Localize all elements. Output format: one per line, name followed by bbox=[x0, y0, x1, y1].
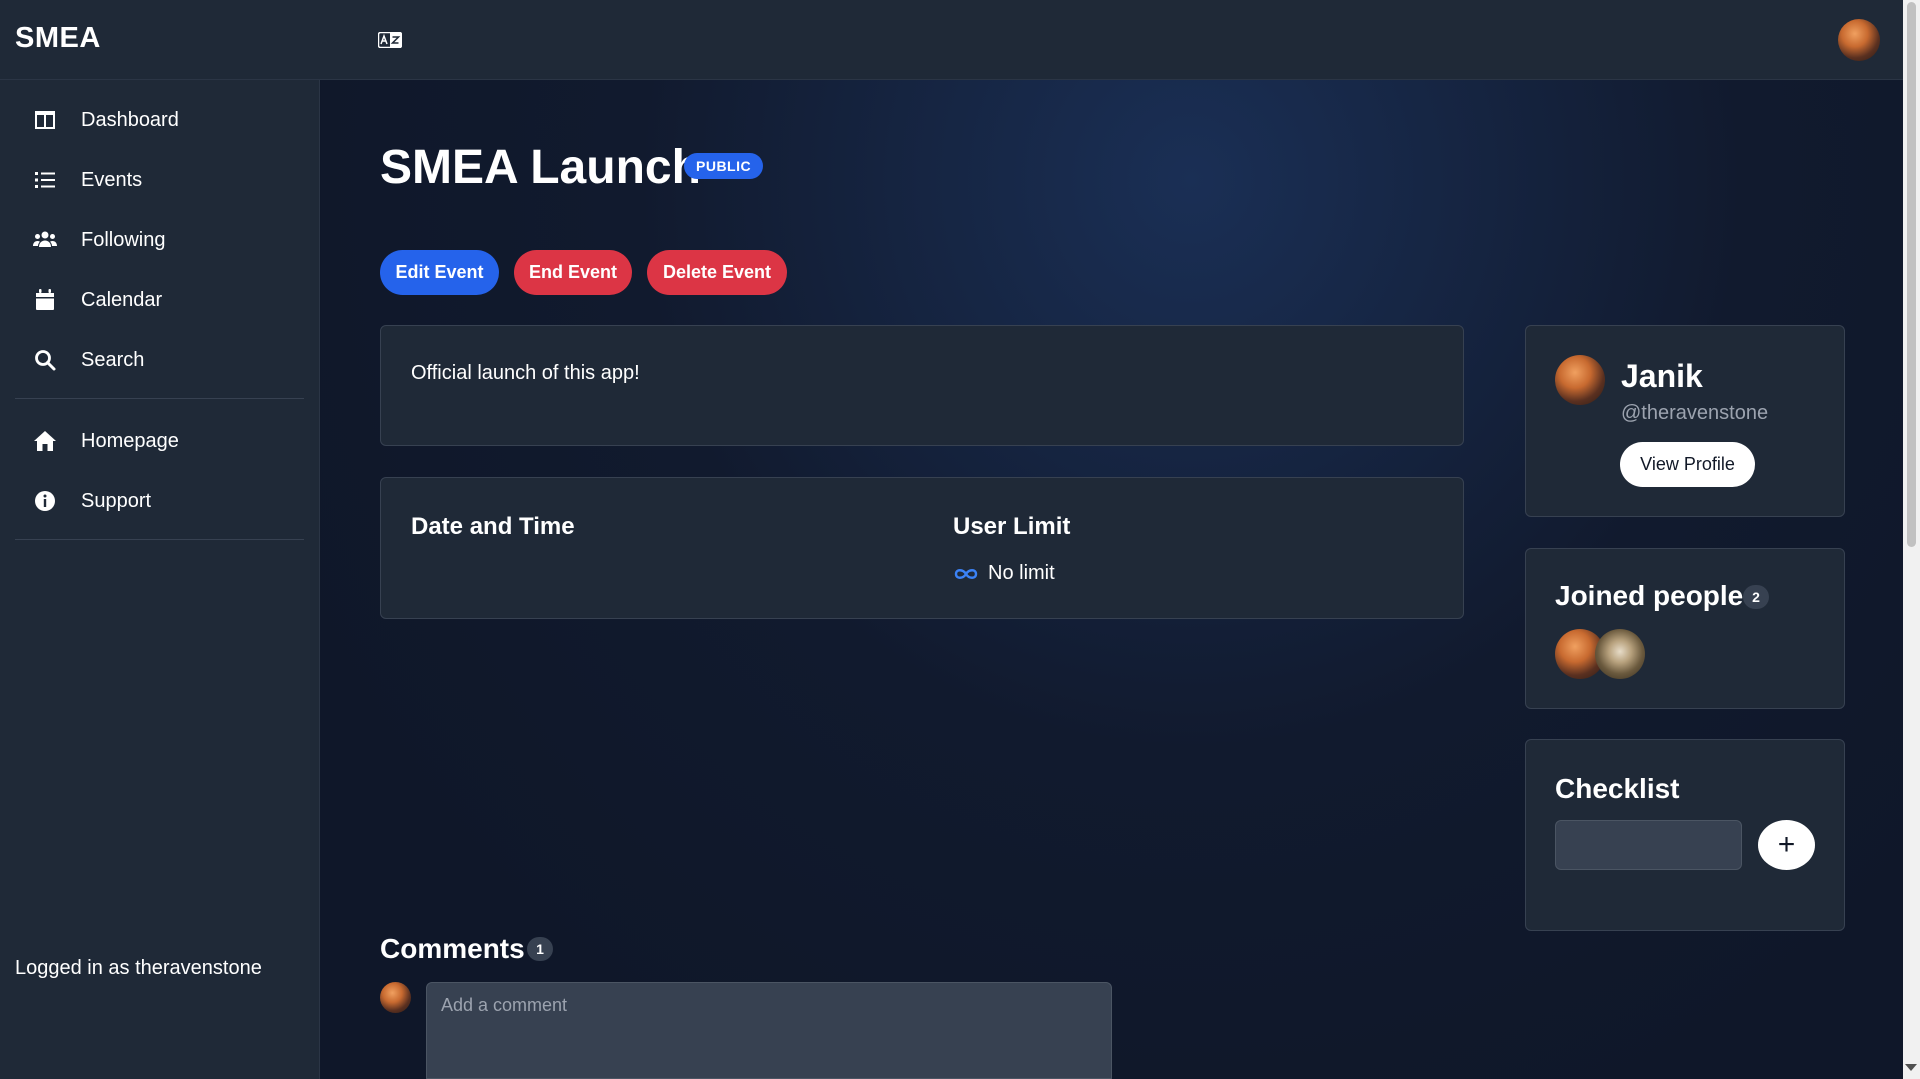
comment-user-avatar bbox=[380, 982, 411, 1013]
sidebar-divider bbox=[15, 539, 304, 540]
user-limit-text: No limit bbox=[988, 562, 1055, 584]
organizer-name: Janik bbox=[1621, 358, 1703, 394]
translate-icon[interactable] bbox=[378, 32, 402, 48]
list-icon bbox=[35, 172, 55, 188]
sidebar-item-label: Following bbox=[81, 228, 166, 251]
sidebar-divider bbox=[15, 398, 304, 399]
delete-event-button[interactable]: Delete Event bbox=[647, 250, 787, 295]
dashboard-icon bbox=[35, 111, 55, 129]
sidebar-item-following[interactable]: Following bbox=[15, 210, 304, 270]
logged-in-status: Logged in as theravenstone bbox=[15, 957, 262, 979]
joined-avatar[interactable] bbox=[1595, 629, 1645, 679]
sidebar-item-dashboard[interactable]: Dashboard bbox=[15, 90, 304, 150]
event-info-card: Date and Time User Limit No limit bbox=[380, 477, 1464, 619]
infinity-icon bbox=[954, 568, 978, 579]
date-time-heading: Date and Time bbox=[411, 513, 575, 540]
comments-heading: Comments bbox=[380, 933, 525, 964]
checklist-heading: Checklist bbox=[1555, 773, 1680, 804]
sidebar-item-support[interactable]: Support bbox=[15, 471, 304, 531]
sidebar: Dashboard Events Following Calendar Sear… bbox=[0, 80, 320, 1079]
sidebar-item-label: Events bbox=[81, 168, 143, 191]
organizer-card: Janik @theravenstone View Profile bbox=[1525, 325, 1845, 517]
comments-count-badge: 1 bbox=[527, 937, 553, 961]
sidebar-item-label: Calendar bbox=[81, 288, 163, 311]
user-limit-heading: User Limit bbox=[953, 513, 1071, 540]
joined-people-card: Joined people 2 bbox=[1525, 548, 1845, 709]
edit-event-button[interactable]: Edit Event bbox=[380, 250, 499, 295]
sidebar-item-search[interactable]: Search bbox=[15, 330, 304, 390]
sidebar-item-label: Search bbox=[81, 348, 145, 371]
sidebar-item-label: Support bbox=[81, 489, 152, 512]
calendar-icon bbox=[36, 289, 54, 310]
user-avatar[interactable] bbox=[1838, 19, 1880, 61]
organizer-avatar[interactable] bbox=[1555, 355, 1605, 405]
search-icon bbox=[35, 350, 56, 371]
sidebar-secondary-nav: Homepage Support bbox=[15, 411, 304, 531]
sidebar-item-label: Homepage bbox=[81, 429, 179, 452]
comment-input[interactable] bbox=[426, 982, 1112, 1079]
event-description: Official launch of this app! bbox=[411, 362, 640, 384]
joined-people-heading: Joined people bbox=[1555, 580, 1744, 611]
sidebar-main-nav: Dashboard Events Following Calendar Sear… bbox=[15, 90, 304, 390]
top-bar: SMEA bbox=[0, 0, 1903, 80]
organizer-handle: @theravenstone bbox=[1621, 402, 1769, 424]
end-event-button[interactable]: End Event bbox=[514, 250, 632, 295]
joined-count-badge: 2 bbox=[1743, 585, 1769, 609]
scrollbar-thumb[interactable] bbox=[1907, 2, 1916, 547]
sidebar-item-homepage[interactable]: Homepage bbox=[15, 411, 304, 471]
user-limit-value: No limit bbox=[953, 562, 1055, 585]
visibility-badge: PUBLIC bbox=[684, 153, 764, 179]
info-icon bbox=[35, 491, 55, 511]
checklist-input[interactable] bbox=[1555, 820, 1742, 870]
checklist-card: Checklist + bbox=[1525, 739, 1845, 931]
brand-logo[interactable]: SMEA bbox=[15, 22, 101, 55]
users-icon bbox=[33, 231, 57, 247]
page-title: SMEA Launch bbox=[380, 141, 701, 194]
sidebar-item-label: Dashboard bbox=[81, 108, 179, 131]
home-icon bbox=[34, 431, 56, 451]
description-card: Official launch of this app! bbox=[380, 325, 1464, 446]
sidebar-item-calendar[interactable]: Calendar bbox=[15, 270, 304, 330]
add-checklist-item-button[interactable]: + bbox=[1758, 820, 1815, 870]
view-profile-button[interactable]: View Profile bbox=[1620, 442, 1755, 487]
sidebar-item-events[interactable]: Events bbox=[15, 150, 304, 210]
scroll-down-icon[interactable] bbox=[1905, 1064, 1917, 1071]
